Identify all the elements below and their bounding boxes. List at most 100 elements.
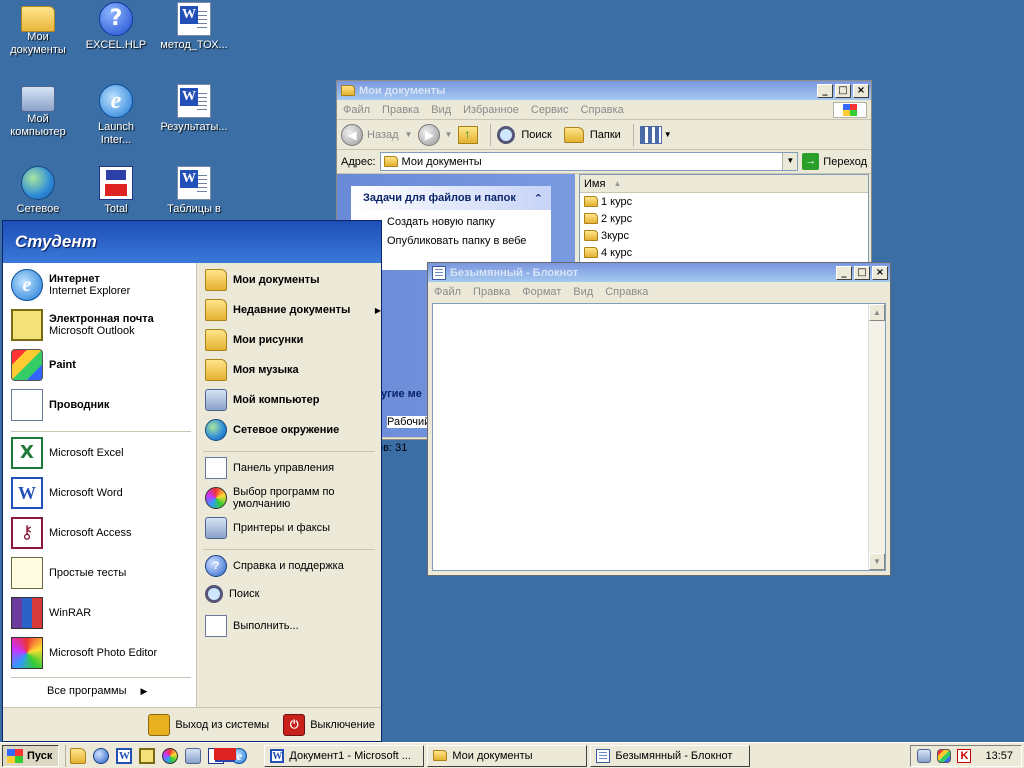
task-button-notepad[interactable]: Безымянный - Блокнот [590, 744, 751, 767]
quick-launch-folder-icon[interactable] [70, 747, 87, 764]
right-my-pictures[interactable]: Мои рисунки [205, 329, 303, 351]
forward-button[interactable]: ▶ ▼ [418, 123, 453, 146]
quick-launch-media-icon[interactable] [162, 747, 179, 764]
task-button-word[interactable]: W Документ1 - Microsoft ... [264, 744, 425, 767]
menu-file[interactable]: Файл [428, 286, 467, 298]
pinned-internet[interactable]: e Интернет Internet Explorer [11, 269, 130, 301]
address-dropdown-button[interactable]: ▼ [782, 153, 798, 170]
recent-winrar[interactable]: WinRAR [11, 597, 91, 629]
maximize-button[interactable]: □ [835, 83, 851, 98]
menu-tools[interactable]: Сервис [525, 104, 575, 116]
minimize-button[interactable]: _ [817, 83, 833, 98]
right-help[interactable]: ? Справка и поддержка [205, 555, 344, 577]
file-item[interactable]: 1 курс [580, 193, 868, 210]
menu-format[interactable]: Формат [516, 286, 567, 298]
menu-file[interactable]: Файл [337, 104, 376, 116]
task-publish-folder[interactable]: Опубликовать папку в вебе [387, 235, 551, 247]
desktop-icon-launch-ie[interactable]: e Launch Inter... [78, 84, 154, 147]
tray-network-icon[interactable] [917, 748, 932, 763]
desktop-icon-tables[interactable]: Таблицы в [156, 166, 232, 216]
task-button-my-documents[interactable]: Мои документы [427, 744, 588, 767]
column-header-name[interactable]: Имя ▲ [580, 175, 868, 193]
right-control-panel[interactable]: Панель управления [205, 457, 334, 479]
vertical-scrollbar[interactable]: ▲ ▼ [868, 304, 885, 570]
desktop-icon-my-documents[interactable]: Мои документы [0, 2, 76, 57]
close-button[interactable]: × [853, 83, 869, 98]
chevron-down-icon: ▼ [444, 130, 453, 139]
notepad-titlebar[interactable]: Безымянный - Блокнот _ □ × [428, 263, 890, 282]
up-folder-icon: ↑ [458, 125, 479, 144]
recent-excel[interactable]: X Microsoft Excel [11, 437, 124, 469]
menu-help[interactable]: Справка [599, 286, 654, 298]
address-field[interactable]: Мои документы ▼ [379, 152, 799, 171]
close-button[interactable]: × [872, 265, 888, 280]
desktop-icon-my-computer[interactable]: Мой компьютер [0, 84, 76, 139]
right-default-programs[interactable]: Выбор программ по умолчанию [205, 486, 375, 510]
maximize-button[interactable]: □ [854, 265, 870, 280]
folders-button[interactable]: Папки [563, 126, 621, 143]
up-folder-button[interactable]: ↑ [458, 125, 479, 144]
desktop-icon-excel-hlp[interactable]: ? EXCEL.HLP [78, 2, 154, 52]
right-network[interactable]: Сетевое окружение [205, 419, 339, 441]
quick-launch-total-commander-icon[interactable] [208, 747, 237, 764]
all-programs-button[interactable]: Все программы ▶ [47, 685, 147, 697]
recent-access[interactable]: ⚷ Microsoft Access [11, 517, 132, 549]
clock[interactable]: 13:57 [985, 750, 1013, 762]
scroll-down-button[interactable]: ▼ [869, 553, 885, 570]
right-my-music[interactable]: Моя музыка [205, 359, 299, 381]
right-my-computer[interactable]: Мой компьютер [205, 389, 320, 411]
pinned-paint[interactable]: Paint [11, 349, 76, 381]
tray-app-icon[interactable] [937, 748, 952, 763]
menu-edit[interactable]: Правка [376, 104, 425, 116]
task-label: Безымянный - Блокнот [615, 749, 733, 762]
folder-icon [584, 247, 598, 258]
explorer-titlebar[interactable]: Мои документы _ □ × [337, 81, 871, 100]
right-run[interactable]: Выполнить... [205, 615, 299, 637]
tray-antivirus-icon[interactable]: K [957, 748, 972, 763]
views-button[interactable]: ▼ [639, 125, 672, 144]
quick-launch-word-icon[interactable]: W [116, 747, 133, 764]
desktop-icon-metod[interactable]: метод_ТОХ... [156, 2, 232, 52]
right-search[interactable]: Поиск [205, 585, 259, 603]
file-item[interactable]: 4 курс [580, 244, 868, 261]
start-button[interactable]: Пуск [2, 744, 60, 767]
shutdown-button[interactable]: ⏻ Выключение [283, 713, 375, 736]
recent-word[interactable]: W Microsoft Word [11, 477, 123, 509]
file-item[interactable]: 3курс [580, 227, 868, 244]
recent-simple-tests[interactable]: Простые тесты [11, 557, 126, 589]
logoff-button[interactable]: Выход из системы [148, 713, 269, 736]
pinned-email[interactable]: Электронная почта Microsoft Outlook [11, 309, 154, 341]
back-button[interactable]: ◀ Назад ▼ [341, 123, 412, 146]
desktop-icon-results[interactable]: Результаты... [156, 84, 232, 134]
other-places-header[interactable]: угие ме [381, 388, 422, 400]
right-printers[interactable]: Принтеры и факсы [205, 517, 330, 539]
minimize-button[interactable]: _ [836, 265, 852, 280]
menu-edit[interactable]: Правка [467, 286, 516, 298]
go-button[interactable]: → Переход [802, 153, 867, 170]
quick-launch-computer-icon[interactable] [185, 747, 202, 764]
search-button[interactable]: Поиск [497, 125, 552, 144]
collapse-chevron-icon[interactable]: ⌃ [534, 192, 543, 205]
quick-launch-outlook-icon[interactable] [139, 747, 156, 764]
notepad-text-area[interactable]: ▲ ▼ [432, 303, 886, 571]
folder-icon [584, 196, 598, 207]
recent-photo-editor[interactable]: Microsoft Photo Editor [11, 637, 157, 669]
notepad-window[interactable]: Безымянный - Блокнот _ □ × Файл Правка Ф… [427, 262, 891, 576]
address-value: Мои документы [401, 155, 482, 168]
menu-favorites[interactable]: Избранное [457, 104, 525, 116]
task-new-folder[interactable]: Создать новую папку [387, 216, 551, 228]
right-my-documents[interactable]: Мои документы [205, 269, 320, 291]
item-title: Microsoft Excel [49, 447, 124, 459]
task-panel-header[interactable]: Задачи для файлов и папок ⌃ [351, 186, 551, 210]
desktop-icon-total-commander[interactable]: Total [78, 166, 154, 216]
menu-help[interactable]: Справка [575, 104, 630, 116]
right-recent-documents[interactable]: Недавние документы ▶ [205, 299, 381, 321]
scroll-up-button[interactable]: ▲ [869, 304, 885, 321]
quick-launch-browser-icon[interactable] [93, 747, 110, 764]
menu-view[interactable]: Вид [425, 104, 457, 116]
pinned-explorer[interactable]: Проводник [11, 389, 109, 421]
menu-view[interactable]: Вид [567, 286, 599, 298]
file-item[interactable]: 2 курс [580, 210, 868, 227]
desktop-icon-network[interactable]: Сетевое [0, 166, 76, 216]
word-icon: W [270, 748, 285, 763]
